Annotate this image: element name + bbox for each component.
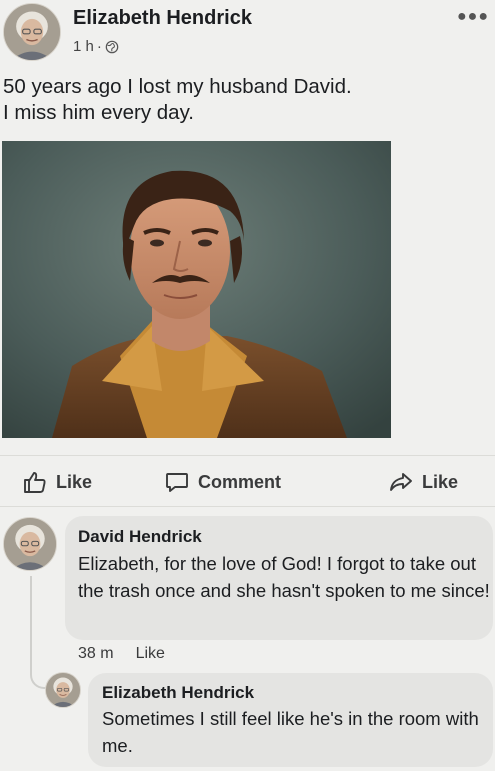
comment-author[interactable]: David Hendrick [78,527,493,547]
comment-time[interactable]: 38 m [78,645,114,663]
share-button[interactable]: Like [388,469,458,495]
reply-thread-line [30,576,50,689]
comment-label: Comment [198,471,282,492]
share-arrow-icon [390,473,412,491]
commenter-avatar[interactable] [3,517,57,571]
post-author-name[interactable]: Elizabeth Hendrick [73,7,252,30]
comment-icon [166,473,188,492]
avatar-portrait-image [4,4,60,60]
comment-bubble: David Hendrick Elizabeth, for the love o… [65,516,493,640]
reply-author[interactable]: Elizabeth Hendrick [102,683,493,703]
comment-meta: 38 m Like [78,645,165,663]
post-photo[interactable] [2,141,391,438]
commenter-portrait-image [4,518,56,570]
more-options-icon[interactable]: ●●● [457,8,489,26]
comment-like-button[interactable]: Like [136,645,165,663]
comment-text: Elizabeth, for the love of God! I forgot… [78,553,490,601]
like-button[interactable]: Like [22,469,92,495]
like-label: Like [56,471,93,492]
globe-icon [105,40,119,53]
post-time[interactable]: 1 h [73,38,94,55]
reply-avatar[interactable] [45,672,81,708]
reply-portrait-image [46,673,80,707]
thumbs-up-icon [24,472,46,493]
comment-button[interactable]: Comment [164,469,281,495]
share-label: Like [422,471,459,492]
post-meta: 1 h · [73,38,119,55]
post-action-bar: Like Comment Like [0,455,495,507]
reply-bubble: Elizabeth Hendrick Sometimes I still fee… [88,673,493,767]
post-text: 50 years ago I lost my husband David. I … [3,75,352,124]
author-avatar[interactable] [3,3,61,61]
reply-text: Sometimes I still feel like he's in the … [102,708,479,756]
meta-separator: · [96,38,102,55]
portrait-image [2,141,391,438]
